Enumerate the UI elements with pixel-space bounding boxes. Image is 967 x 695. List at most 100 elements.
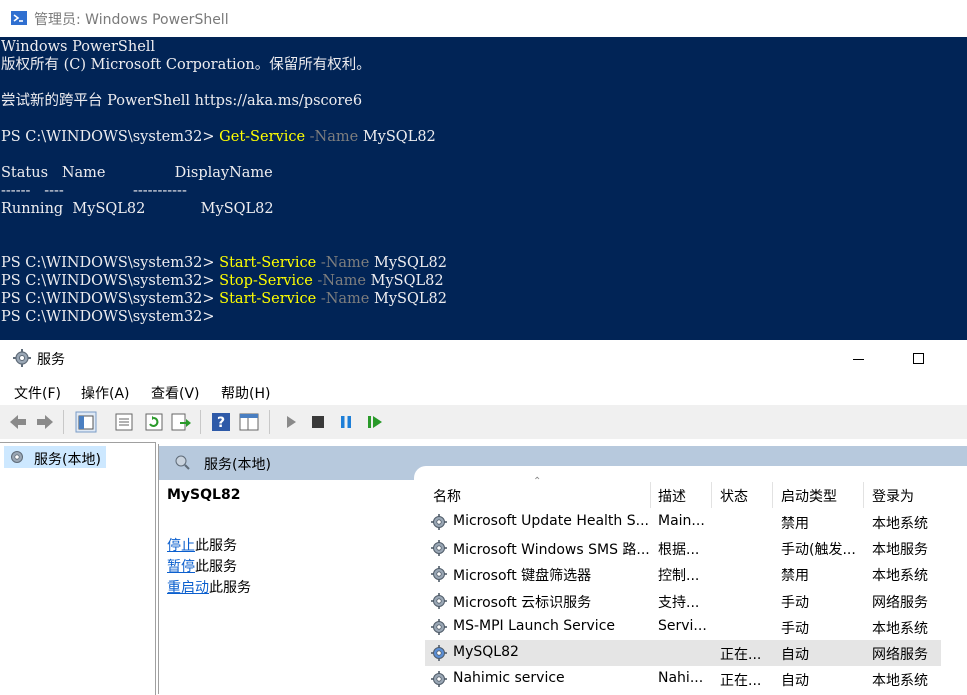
- back-arrow-icon[interactable]: [7, 411, 29, 433]
- menu-view[interactable]: 查看(V): [151, 383, 200, 403]
- console-line: Windows PowerShell: [1, 39, 156, 55]
- gear-icon: [13, 349, 31, 367]
- help-icon[interactable]: ?: [210, 411, 232, 433]
- console-argument: MySQL82: [369, 291, 447, 307]
- action-pause-row: 暂停此服务: [167, 556, 237, 576]
- console-argument: MySQL82: [366, 273, 444, 289]
- console-parameter: -Name: [305, 129, 359, 145]
- console-parameter: -Name: [316, 291, 370, 307]
- gear-icon: [11, 451, 23, 463]
- service-name-cell: MySQL82: [453, 644, 519, 660]
- column-header-status[interactable]: 状态: [720, 486, 748, 506]
- service-logon-cell: 本地系统: [872, 516, 928, 532]
- column-header-logon-as[interactable]: 登录为: [872, 486, 914, 506]
- powershell-window-title: 管理员: Windows PowerShell: [34, 12, 229, 28]
- console-line: Status Name DisplayName: [1, 165, 273, 181]
- service-description-cell: Main...: [658, 513, 705, 529]
- console-line: PS C:\WINDOWS\system32> Start-Service -N…: [1, 290, 447, 308]
- console-command: Start-Service: [219, 255, 317, 271]
- console-tree-icon[interactable]: [75, 411, 97, 433]
- service-gear-icon: [431, 593, 447, 609]
- service-status-cell: 正在...: [720, 647, 762, 663]
- service-startup-type-cell: 自动: [781, 647, 809, 663]
- refresh-icon[interactable]: [143, 411, 165, 433]
- minimize-icon: [853, 359, 864, 360]
- forward-arrow-icon[interactable]: [34, 411, 56, 433]
- service-description-cell: 根据...: [658, 542, 700, 558]
- pause-service-icon[interactable]: [335, 411, 357, 433]
- console-argument: MySQL82: [358, 129, 436, 145]
- start-service-icon[interactable]: [280, 411, 302, 433]
- properties-icon[interactable]: [113, 411, 135, 433]
- service-gear-icon: [431, 619, 447, 635]
- table-row[interactable]: Microsoft Update Health S... Main... 禁用 本地系…: [425, 509, 941, 535]
- selected-service-name: MySQL82: [167, 487, 241, 503]
- service-startup-type-cell: 禁用: [781, 568, 809, 584]
- resume-service-icon[interactable]: [364, 411, 386, 433]
- services-window-title: 服务: [37, 352, 65, 368]
- column-header-startup-type[interactable]: 启动类型: [781, 486, 837, 506]
- sort-ascending-icon: ⌃: [533, 476, 542, 487]
- service-name-cell: Microsoft Windows SMS 路...: [453, 542, 650, 558]
- service-startup-type-cell: 手动: [781, 621, 809, 637]
- service-name-cell: MS-MPI Launch Service: [453, 618, 616, 634]
- services-titlebar[interactable]: [0, 340, 967, 377]
- console-parameter: -Name: [316, 255, 370, 271]
- tree-item-label: 服务(本地): [34, 452, 101, 468]
- table-row[interactable]: Microsoft 键盘筛选器 控制... 禁用 本地系统: [425, 561, 941, 587]
- table-row[interactable]: Nahimic service Nahi... 正在... 自动 本地系统: [425, 666, 941, 692]
- service-description-cell: 支持...: [658, 595, 700, 611]
- table-row[interactable]: MySQL82 正在... 自动 网络服务: [425, 640, 941, 666]
- maximize-icon: [913, 353, 924, 364]
- console-line: 版权所有 (C) Microsoft Corporation。保留所有权利。: [1, 57, 371, 73]
- service-startup-type-cell: 自动: [781, 673, 809, 689]
- service-logon-cell: 网络服务: [872, 595, 928, 611]
- menu-file[interactable]: 文件(F): [14, 383, 61, 403]
- service-logon-cell: 本地系统: [872, 568, 928, 584]
- service-gear-icon: [431, 645, 447, 661]
- service-status-cell: 正在...: [720, 673, 762, 689]
- table-row[interactable]: Microsoft 云标识服务 支持... 手动 网络服务: [425, 588, 941, 614]
- toolbar-separator: [200, 410, 201, 434]
- stop-service-link[interactable]: 停止: [167, 538, 195, 554]
- export-icon[interactable]: [170, 411, 192, 433]
- menu-bar: [0, 377, 967, 405]
- maximize-button[interactable]: [905, 348, 935, 368]
- console-parameter: -Name: [312, 273, 366, 289]
- column-header-name[interactable]: 名称: [433, 486, 461, 506]
- powershell-console[interactable]: Windows PowerShell 版权所有 (C) Microsoft Cor…: [0, 37, 967, 340]
- minimize-button[interactable]: [845, 350, 875, 368]
- column-separator[interactable]: [650, 482, 651, 508]
- console-line: 尝试新的跨平台 PowerShell https://aka.ms/pscore…: [1, 93, 363, 109]
- service-gear-icon: [431, 671, 447, 687]
- table-row[interactable]: MS-MPI Launch Service Servi... 手动 本地系统: [425, 614, 941, 640]
- search-gear-icon: [175, 455, 190, 470]
- console-prompt: PS C:\WINDOWS\system32>: [1, 255, 220, 271]
- pane-header-title: 服务(本地): [204, 457, 271, 473]
- column-separator[interactable]: [711, 482, 712, 508]
- service-startup-type-cell: 禁用: [781, 516, 809, 532]
- console-line: ------ ---- -----------: [1, 183, 187, 199]
- service-name-cell: Nahimic service: [453, 670, 565, 686]
- restart-service-link[interactable]: 重启动: [167, 580, 209, 596]
- column-separator[interactable]: [772, 482, 773, 508]
- column-header-description[interactable]: 描述: [658, 486, 686, 506]
- column-separator[interactable]: [863, 482, 864, 508]
- table-row[interactable]: Microsoft Windows SMS 路... 根据... 手动(触发... 本…: [425, 535, 941, 561]
- action-suffix: 此服务: [195, 538, 237, 554]
- service-description-cell: Servi...: [658, 618, 707, 634]
- stop-service-icon[interactable]: [307, 411, 329, 433]
- console-command: Start-Service: [219, 291, 317, 307]
- pause-service-link[interactable]: 暂停: [167, 559, 195, 575]
- action-restart-row: 重启动此服务: [167, 577, 251, 597]
- menu-help[interactable]: 帮助(H): [221, 383, 270, 403]
- show-hide-pane-icon[interactable]: [238, 411, 260, 433]
- service-name-cell: Microsoft Update Health S...: [453, 513, 649, 529]
- service-logon-cell: 网络服务: [872, 647, 928, 663]
- console-argument: MySQL82: [369, 255, 447, 271]
- menu-action[interactable]: 操作(A): [81, 383, 130, 403]
- console-line: Running MySQL82 MySQL82: [1, 201, 274, 217]
- console-line: PS C:\WINDOWS\system32> Start-Service -N…: [1, 254, 447, 272]
- service-description-cell: 控制...: [658, 568, 700, 584]
- console-line: PS C:\WINDOWS\system32> Get-Service -Nam…: [1, 128, 436, 146]
